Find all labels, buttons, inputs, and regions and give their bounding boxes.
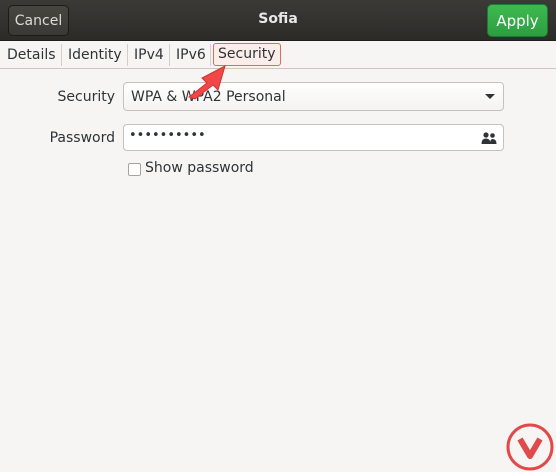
logo-icon [506,423,554,471]
tab-divider [169,44,170,66]
tab-details[interactable]: Details [4,45,59,65]
password-value: •••••••••• [129,128,206,143]
people-icon[interactable] [481,131,497,145]
red-arrow-icon [187,65,226,100]
chevron-down-icon [485,94,495,99]
password-label: Password [49,130,115,146]
security-select[interactable]: WPA & WPA2 Personal [123,82,504,111]
security-label: Security [57,89,116,105]
apply-button[interactable]: Apply [487,4,548,37]
tab-ipv4[interactable]: IPv4 [131,45,167,65]
tab-divider [61,44,62,66]
tab-identity[interactable]: Identity [65,45,125,65]
show-password-label[interactable]: Show password [145,160,254,176]
tab-divider [127,44,128,66]
tab-bar: Details Identity IPv4 IPv6 Security [0,41,556,69]
show-password-checkbox[interactable] [128,163,141,176]
header-bar: Cancel Sofia Apply [0,0,556,41]
password-field[interactable]: •••••••••• [123,124,504,151]
window-title: Sofia [258,11,298,27]
